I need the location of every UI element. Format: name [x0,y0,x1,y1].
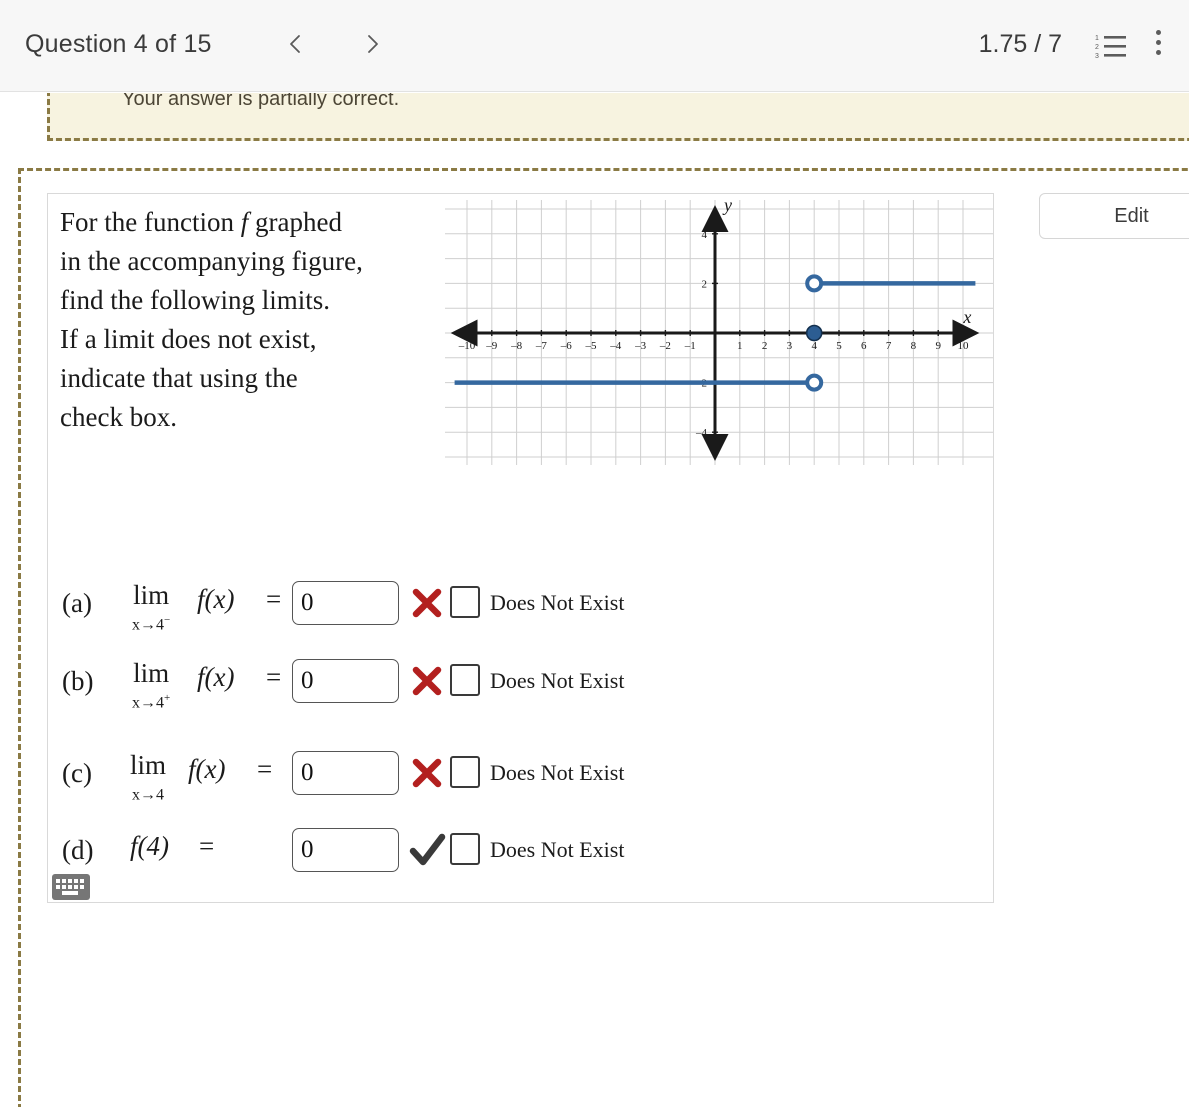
question-prompt: For the function f graphed in the accomp… [60,203,440,437]
svg-text:–9: –9 [485,340,498,352]
svg-text:5: 5 [836,340,842,352]
svg-text:2: 2 [1095,44,1099,51]
feedback-banner-text: Your answer is partially correct. [122,93,400,110]
limit-notation-b: lim x→4+ [132,658,170,712]
page-title: Question 4 of 15 [25,30,212,58]
function-graph: –10–9–8–7–6–5–4–3–2–112345678910–4–224yx [445,200,993,465]
answer-input-a[interactable] [292,581,399,625]
equals-sign-d: = [199,831,215,861]
limit-notation-c: lim x→4 [130,750,166,804]
limit-operator: lim [133,658,170,688]
svg-text:1: 1 [737,340,743,352]
answer-label-c: (c) [62,758,92,788]
equals-sign-a: = [266,584,282,614]
svg-text:2: 2 [762,340,768,352]
limit-operator: lim [130,750,167,780]
feedback-banner: Your answer is partially correct. [47,93,1189,141]
answer-label-d: (d) [62,835,94,865]
answer-label-a: (a) [62,588,92,618]
svg-text:–1: –1 [684,340,696,352]
limit-side: − [164,614,171,626]
prompt-line-3: find the following limits. [60,285,330,315]
incorrect-mark-b [407,660,447,702]
score-display: 1.75 / 7 [978,30,1062,58]
answer-input-b[interactable] [292,659,399,703]
does-not-exist-label-d: Does Not Exist [490,837,625,862]
svg-text:–7: –7 [535,340,548,352]
limit-notation-a: lim x→4− [132,580,170,634]
limit-operator: lim [133,580,170,610]
function-expression-a: f(x) [197,584,235,614]
incorrect-mark-a [407,582,447,624]
prompt-text: graphed [248,207,342,237]
svg-text:4: 4 [702,229,708,241]
function-expression-d: f(4) [130,831,169,861]
kebab-dot [1155,40,1161,45]
equals-sign-c: = [257,754,273,784]
question-page: Question 4 of 15 1.75 / 7 1 2 3 Your ans… [0,0,1189,1107]
does-not-exist-checkbox-d[interactable] [450,833,480,865]
chevron-left-icon[interactable] [278,26,314,62]
prompt-line-5: indicate that using the [60,363,298,393]
svg-text:–4: –4 [609,340,622,352]
limit-side: + [164,692,171,704]
function-expression-c: f(x) [188,754,226,784]
does-not-exist-label-b: Does Not Exist [490,668,625,693]
svg-text:8: 8 [911,340,917,352]
svg-text:–10: –10 [458,340,476,352]
limit-approach: x→4 [132,616,164,634]
does-not-exist-label-a: Does Not Exist [490,590,625,615]
svg-text:x: x [962,307,971,327]
prompt-line-1: For the function f graphed [60,203,440,242]
limit-approach: x→4 [132,694,164,712]
answer-input-c[interactable] [292,751,399,795]
svg-text:2: 2 [702,278,708,290]
app-header: Question 4 of 15 1.75 / 7 1 2 3 [0,0,1189,92]
svg-text:–3: –3 [634,340,647,352]
prompt-line-2: in the accompanying figure, [60,246,363,276]
function-expression-b: f(x) [197,662,235,692]
equals-sign-b: = [266,662,282,692]
svg-text:–6: –6 [560,340,573,352]
answer-label-b: (b) [62,666,94,696]
limit-subscript: x→4+ [132,689,170,712]
svg-text:–4: –4 [695,427,708,439]
does-not-exist-checkbox-a[interactable] [450,586,480,618]
incorrect-mark-c [407,752,447,794]
correct-mark-d [407,829,447,871]
svg-text:–2: –2 [659,340,671,352]
keyboard-icon[interactable] [52,874,90,900]
prompt-line-4: If a limit does not exist, [60,324,317,354]
svg-text:6: 6 [861,340,867,352]
kebab-dot [1155,50,1161,55]
svg-text:3: 3 [787,340,793,352]
limit-approach: x→4 [132,786,164,804]
svg-text:–5: –5 [585,340,598,352]
prompt-text: For the function [60,207,241,237]
svg-text:7: 7 [886,340,892,352]
svg-text:9: 9 [935,340,941,352]
prompt-line-6: check box. [60,402,177,432]
chevron-right-icon[interactable] [354,26,390,62]
svg-text:1: 1 [1095,35,1099,42]
svg-text:3: 3 [1095,53,1099,60]
does-not-exist-checkbox-c[interactable] [450,756,480,788]
limit-subscript: x→4− [132,611,170,634]
feedback-banner-clip: Your answer is partially correct. [0,93,1189,145]
kebab-menu-icon[interactable] [1145,30,1171,64]
limit-subscript: x→4 [130,781,166,804]
answer-input-d[interactable] [292,828,399,872]
does-not-exist-label-c: Does Not Exist [490,760,625,785]
does-not-exist-checkbox-b[interactable] [450,664,480,696]
numbered-list-icon[interactable]: 1 2 3 [1095,33,1127,61]
kebab-dot [1155,30,1161,35]
edit-button[interactable]: Edit [1039,193,1189,239]
svg-text:4: 4 [811,340,817,352]
svg-text:y: y [722,200,732,215]
svg-text:–8: –8 [510,340,522,352]
svg-text:10: 10 [958,340,970,352]
